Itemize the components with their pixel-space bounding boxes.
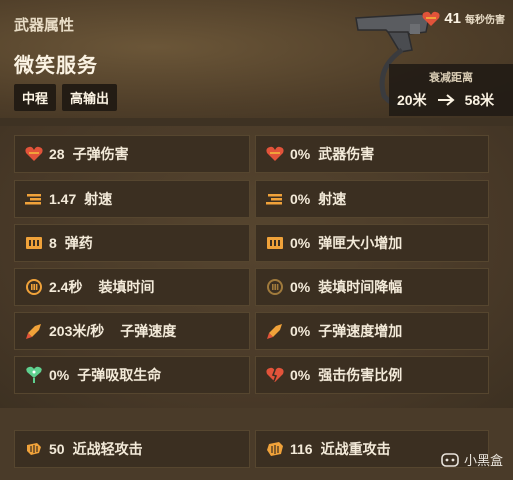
stat-label: 子弹吸取生命 xyxy=(77,367,162,383)
stat-label: 装填时间 xyxy=(98,279,155,295)
stat-value: 8 xyxy=(49,235,57,251)
stat-weapon-damage: 0% 武器伤害 xyxy=(255,135,489,173)
stat-value: 0% xyxy=(290,323,311,339)
dps-heart-icon xyxy=(422,11,440,26)
stat-value: 0% xyxy=(290,146,311,162)
tag-output: 高输出 xyxy=(62,84,118,111)
watermark-text: 小黑盒 xyxy=(463,453,503,468)
bullet-damage-icon xyxy=(25,145,43,163)
stat-value: 0% xyxy=(290,279,311,295)
falloff-to: 58米 xyxy=(464,92,495,108)
stat-label: 射速 xyxy=(84,191,113,207)
reload-icon xyxy=(25,278,43,296)
stat-crit-damage: 0% 强击伤害比例 xyxy=(255,356,489,394)
heavy-melee-icon xyxy=(266,440,284,458)
weapon-header: 武器属性 微笑服务 中程 高输出 41 每秒伤害 衰减距离 20米 58米 xyxy=(0,0,513,118)
bullet-velocity-icon xyxy=(25,322,43,340)
dps-display: 41 每秒伤害 xyxy=(422,10,505,27)
crit-damage-icon xyxy=(266,366,284,384)
stat-reload-time: 2.4秒 装填时间 xyxy=(14,268,250,306)
stat-light-melee: 50 近战轻攻击 xyxy=(14,430,250,468)
weapon-damage-icon xyxy=(266,145,284,163)
arrow-right-icon xyxy=(437,94,455,106)
falloff-values: 20米 58米 xyxy=(397,90,494,110)
stat-label: 子弹速度 xyxy=(120,323,177,339)
stat-value: 50 xyxy=(49,441,65,457)
lifesteal-icon xyxy=(25,366,43,384)
stat-label: 射速 xyxy=(318,191,347,207)
stat-value: 203米/秒 xyxy=(49,323,105,339)
header-divider xyxy=(0,118,513,126)
stat-label: 武器伤害 xyxy=(318,146,375,162)
clip-size-icon xyxy=(266,234,284,252)
fire-rate-icon xyxy=(25,190,43,208)
dps-label: 每秒伤害 xyxy=(465,15,505,26)
stat-label: 装填时间降幅 xyxy=(318,279,403,295)
stat-bullet-velocity: 203米/秒 子弹速度 xyxy=(14,312,250,350)
stat-value: 0% xyxy=(290,367,311,383)
stat-lifesteal: 0% 子弹吸取生命 xyxy=(14,356,250,394)
ammo-icon xyxy=(25,234,43,252)
stat-label: 近战重攻击 xyxy=(320,441,391,457)
tag-range: 中程 xyxy=(14,84,57,111)
watermark-logo-icon xyxy=(441,452,459,467)
stat-fire-rate: 1.47 射速 xyxy=(14,180,250,218)
stat-clip-size: 0% 弹匣大小增加 xyxy=(255,224,489,262)
stat-label: 弹药 xyxy=(64,235,93,251)
stat-bullet-damage: 28 子弹伤害 xyxy=(14,135,250,173)
stat-value: 2.4秒 xyxy=(49,279,83,295)
weapon-tags: 中程 高输出 xyxy=(14,84,118,111)
stat-value: 1.47 xyxy=(49,191,77,207)
watermark: 小黑盒 xyxy=(440,450,503,469)
stat-label: 近战轻攻击 xyxy=(72,441,143,457)
stat-label: 弹匣大小增加 xyxy=(318,235,403,251)
stat-fire-rate-bonus: 0% 射速 xyxy=(255,180,489,218)
section-label: 武器属性 xyxy=(14,17,75,34)
falloff-range-box: 衰减距离 20米 58米 xyxy=(389,64,513,116)
stat-reload-reduction: 0% 装填时间降幅 xyxy=(255,268,489,306)
stat-value: 0% xyxy=(290,235,311,251)
falloff-from: 20米 xyxy=(397,92,427,108)
stat-label: 子弹速度增加 xyxy=(318,323,403,339)
falloff-title: 衰减距离 xyxy=(429,72,473,84)
dps-value: 41 xyxy=(444,10,461,27)
bullet-velocity-icon xyxy=(266,322,284,340)
light-melee-icon xyxy=(25,440,43,458)
stat-value: 116 xyxy=(290,441,313,457)
fire-rate-icon xyxy=(266,190,284,208)
stat-value: 0% xyxy=(290,191,311,207)
stat-value: 28 xyxy=(49,146,65,162)
stat-label: 子弹伤害 xyxy=(72,146,129,162)
weapon-name: 微笑服务 xyxy=(14,55,98,77)
stat-ammo: 8 弹药 xyxy=(14,224,250,262)
reload-reduction-icon xyxy=(266,278,284,296)
stat-label: 强击伤害比例 xyxy=(318,367,403,383)
stat-value: 0% xyxy=(49,367,70,383)
stat-bullet-velocity-bonus: 0% 子弹速度增加 xyxy=(255,312,489,350)
